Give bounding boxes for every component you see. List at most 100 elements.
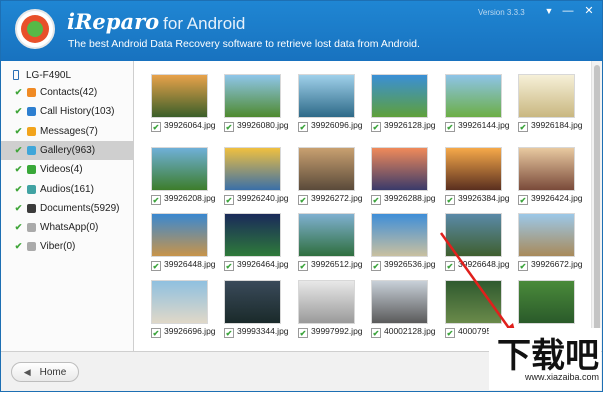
gallery-item[interactable]: ✔ 39926512.jpg	[282, 200, 363, 271]
file-name: 39926144.jpg	[458, 120, 510, 130]
scrollbar-thumb[interactable]	[594, 65, 600, 335]
sidebar-item-documents[interactable]: ✔ Documents(5929)	[1, 199, 133, 218]
gallery-item[interactable]: ✔ 39926064.jpg	[135, 61, 216, 132]
item-checkbox[interactable]: ✔	[298, 122, 308, 132]
thumbnail-image[interactable]	[224, 147, 281, 191]
home-button[interactable]: ◀ Home	[11, 362, 79, 382]
device-item[interactable]: LG-F490L	[13, 66, 71, 84]
app-header: iReparo for Android The best Android Data…	[1, 1, 602, 61]
dropdown-menu-icon[interactable]: ▼	[541, 4, 557, 18]
thumbnail-image[interactable]	[298, 74, 355, 118]
sidebar-item-viber[interactable]: ✔ Viber(0)	[1, 237, 133, 256]
thumbnail-image[interactable]	[518, 74, 575, 118]
gallery-item[interactable]: ✔ 39926144.jpg	[429, 61, 510, 132]
gallery-item[interactable]: ✔ 39926672.jpg	[502, 200, 583, 271]
gallery-item[interactable]: ✔ 40007952.jpg	[429, 267, 510, 338]
gallery-item[interactable]: ✔ 39926448.jpg	[135, 200, 216, 271]
item-checkbox[interactable]: ✔	[298, 328, 308, 338]
thumbnail-image[interactable]	[445, 213, 502, 257]
gallery-scrollbar[interactable]	[591, 61, 602, 351]
sidebar-item-whatsapp[interactable]: ✔ WhatsApp(0)	[1, 218, 133, 237]
sidebar-item-gallery[interactable]: ✔ Gallery(963)	[1, 140, 133, 160]
thumbnail-image[interactable]	[445, 280, 502, 324]
category-checkbox[interactable]: ✔	[14, 165, 23, 174]
file-name: 39926696.jpg	[164, 326, 216, 336]
call-history-icon	[27, 107, 36, 117]
thumbnail-image[interactable]	[371, 74, 428, 118]
gallery-item[interactable]: ✔40017888.jpg	[502, 267, 583, 338]
category-checkbox[interactable]: ✔	[14, 242, 23, 251]
gallery-item[interactable]: ✔ 39926208.jpg	[135, 134, 216, 205]
item-checkbox[interactable]: ✔	[151, 328, 161, 338]
gallery-item[interactable]: ✔ 39926128.jpg	[355, 61, 436, 132]
thumbnail-image[interactable]	[298, 280, 355, 324]
ireparo-logo	[15, 9, 55, 49]
thumbnail-image[interactable]	[371, 147, 428, 191]
sidebar-item-call-history[interactable]: ✔ Call History(103)	[1, 102, 133, 121]
thumbnail-image[interactable]	[298, 147, 355, 191]
item-checkbox[interactable]: ✔	[224, 328, 234, 338]
item-checkbox[interactable]: ✔	[224, 122, 234, 132]
item-checkbox[interactable]: ✔	[518, 122, 528, 132]
gallery-item[interactable]: ✔ 39993344.jpg	[208, 267, 289, 338]
thumbnail-image[interactable]	[298, 213, 355, 257]
thumbnail-image[interactable]	[518, 213, 575, 257]
app-title: iReparo for Android	[67, 9, 245, 34]
item-checkbox[interactable]: ✔	[445, 328, 455, 338]
gallery-item[interactable]: ✔ 39926424.jpg	[502, 134, 583, 205]
minimize-icon[interactable]: —	[560, 4, 576, 18]
gallery-item[interactable]: ✔ 39926696.jpg	[135, 267, 216, 338]
thumbnail-image[interactable]	[151, 280, 208, 324]
item-checkbox[interactable]: ✔	[151, 122, 161, 132]
app-subtitle: The best Android Data Recovery software …	[68, 38, 420, 50]
sidebar-item-label: Videos(4)	[40, 164, 83, 176]
thumbnail-image[interactable]	[518, 147, 575, 191]
gallery-item[interactable]: ✔ 39997992.jpg	[282, 267, 363, 338]
category-checkbox[interactable]: ✔	[14, 223, 23, 232]
gallery-item[interactable]: ✔ 39926536.jpg	[355, 200, 436, 271]
file-name: 39997992.jpg	[311, 326, 363, 336]
sidebar-item-label: Viber(0)	[40, 241, 76, 253]
thumbnail-image[interactable]	[371, 213, 428, 257]
item-checkbox[interactable]: ✔	[371, 328, 381, 338]
gallery-item[interactable]: ✔ 40002128.jpg	[355, 267, 436, 338]
thumbnail-image[interactable]	[224, 280, 281, 324]
thumbnail-image[interactable]	[445, 74, 502, 118]
file-name: 39993344.jpg	[237, 326, 289, 336]
gallery-item[interactable]: ✔ 39926096.jpg	[282, 61, 363, 132]
gallery-item[interactable]: ✔ 39926272.jpg	[282, 134, 363, 205]
gallery-item[interactable]: ✔ 39926384.jpg	[429, 134, 510, 205]
messages-icon	[27, 126, 36, 136]
close-icon[interactable]: ✕	[581, 4, 597, 18]
file-name: 39926096.jpg	[311, 120, 363, 130]
category-checkbox[interactable]: ✔	[14, 203, 23, 213]
category-checkbox[interactable]: ✔	[14, 145, 23, 155]
gallery-item[interactable]: ✔ 39926184.jpg	[502, 61, 583, 132]
category-checkbox[interactable]: ✔	[14, 107, 23, 116]
category-checkbox[interactable]: ✔	[14, 126, 23, 136]
sidebar-item-label: Call History(103)	[40, 106, 115, 118]
sidebar-item-videos[interactable]: ✔ Videos(4)	[1, 160, 133, 179]
category-checkbox[interactable]: ✔	[14, 184, 23, 194]
thumbnail-image[interactable]	[151, 147, 208, 191]
item-checkbox[interactable]: ✔	[371, 122, 381, 132]
category-checkbox[interactable]: ✔	[14, 88, 23, 97]
thumbnail-image[interactable]	[224, 213, 281, 257]
gallery-item[interactable]: ✔ 39926648.jpg	[429, 200, 510, 271]
sidebar-item-messages[interactable]: ✔ Messages(7)	[1, 122, 133, 141]
gallery-item[interactable]: ✔ 39926288.jpg	[355, 134, 436, 205]
sidebar-item-contacts[interactable]: ✔ Contacts(42)	[1, 83, 133, 102]
thumbnail-image[interactable]	[371, 280, 428, 324]
thumbnail-image[interactable]	[151, 74, 208, 118]
sidebar-item-audios[interactable]: ✔ Audios(161)	[1, 180, 133, 199]
thumbnail-image[interactable]	[151, 213, 208, 257]
thumbnail-image[interactable]	[518, 280, 575, 324]
thumbnail-image[interactable]	[445, 147, 502, 191]
gallery-item[interactable]: ✔ 39926240.jpg	[208, 134, 289, 205]
gallery-item[interactable]: ✔ 39926464.jpg	[208, 200, 289, 271]
sidebar-item-label: WhatsApp(0)	[40, 222, 99, 234]
gallery-item[interactable]: ✔ 39926080.jpg	[208, 61, 289, 132]
item-checkbox[interactable]: ✔	[445, 122, 455, 132]
device-name: LG-F490L	[26, 69, 72, 81]
thumbnail-image[interactable]	[224, 74, 281, 118]
